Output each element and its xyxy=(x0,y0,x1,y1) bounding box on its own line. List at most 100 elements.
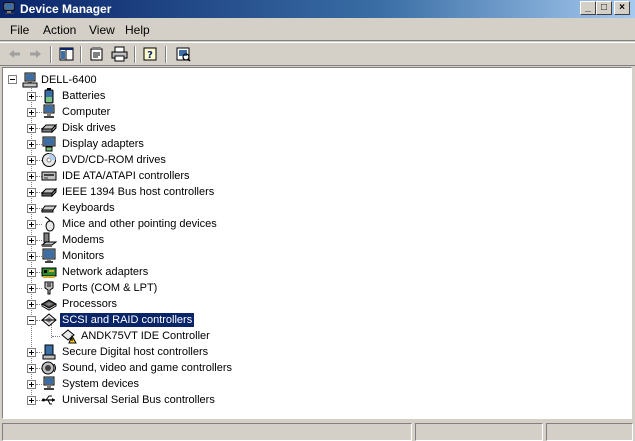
tree-item-scsi-raid[interactable]: SCSI and RAID controllers xyxy=(3,312,403,328)
tree-item-keyboards[interactable]: Keyboards xyxy=(3,200,403,216)
tree-item-label: IEEE 1394 Bus host controllers xyxy=(62,186,215,198)
device-tree[interactable]: DELL-6400 Batteries Computer Disk drives xyxy=(2,67,632,419)
tree-item-usb[interactable]: Universal Serial Bus controllers xyxy=(3,392,403,408)
tree-item-network-adapters[interactable]: Network adapters xyxy=(3,264,403,280)
toolbar: ? xyxy=(0,42,635,66)
battery-icon xyxy=(44,88,54,104)
tree-item-label: Processors xyxy=(62,298,118,310)
tree-item-dvd-cdrom[interactable]: DVD/CD-ROM drives xyxy=(3,152,403,168)
tree-item-system-devices[interactable]: System devices xyxy=(3,376,403,392)
close-icon: × xyxy=(619,2,625,13)
display-adapter-icon xyxy=(42,136,56,152)
tree-line xyxy=(52,336,60,337)
tree-item-label: Monitors xyxy=(62,250,105,262)
menu-file[interactable]: File xyxy=(10,23,29,37)
back-icon[interactable] xyxy=(6,46,23,62)
expand-toggle[interactable] xyxy=(27,156,36,165)
tree-item-andk75vt[interactable]: ANDK75VT IDE Controller xyxy=(3,328,403,344)
expand-toggle[interactable] xyxy=(27,268,36,277)
keyboard-icon xyxy=(41,205,57,213)
minimize-button[interactable]: _ xyxy=(580,1,596,15)
menu-view[interactable]: View xyxy=(89,23,115,37)
toolbar-separator xyxy=(134,46,136,63)
tree-item-label: Modems xyxy=(62,234,105,246)
expand-toggle[interactable] xyxy=(27,252,36,261)
system-device-icon xyxy=(43,376,55,390)
expand-toggle[interactable] xyxy=(27,204,36,213)
expand-toggle[interactable] xyxy=(27,92,36,101)
tree-item-label: Display adapters xyxy=(62,138,144,150)
usb-icon xyxy=(42,395,55,405)
expand-toggle[interactable] xyxy=(27,140,36,149)
toolbar-separator xyxy=(165,46,167,63)
tree-item-label: ANDK75VT IDE Controller xyxy=(81,330,210,342)
expand-toggle[interactable] xyxy=(27,236,36,245)
status-pane xyxy=(415,423,543,441)
minimize-icon: _ xyxy=(585,2,591,13)
tree-item-disk-drives[interactable]: Disk drives xyxy=(3,120,403,136)
forward-icon[interactable] xyxy=(27,46,44,62)
close-button[interactable]: × xyxy=(614,1,630,15)
sd-host-icon xyxy=(42,344,56,360)
tree-item-sd-host[interactable]: Secure Digital host controllers xyxy=(3,344,403,360)
menu-action[interactable]: Action xyxy=(43,23,76,37)
console-tree-icon[interactable] xyxy=(58,46,75,62)
svg-text:?: ? xyxy=(147,50,153,61)
title-bar: Device Manager _ □ × xyxy=(0,0,635,18)
status-pane xyxy=(546,423,633,441)
tree-item-computer[interactable]: Computer xyxy=(3,104,403,120)
computer-icon xyxy=(43,104,55,118)
ide-controller-icon xyxy=(41,171,57,181)
tree-item-mice[interactable]: Mice and other pointing devices xyxy=(3,216,403,232)
properties-icon[interactable] xyxy=(88,46,105,62)
expand-toggle[interactable] xyxy=(27,380,36,389)
tree-item-label: DVD/CD-ROM drives xyxy=(62,154,166,166)
tree-item-label: Computer xyxy=(62,106,111,118)
tree-item-ports[interactable]: Ports (COM & LPT) xyxy=(3,280,403,296)
tree-item-label: Universal Serial Bus controllers xyxy=(62,394,215,406)
tree-item-label: Batteries xyxy=(62,90,106,102)
sound-icon xyxy=(41,361,56,375)
tree-item-ide-controllers[interactable]: IDE ATA/ATAPI controllers xyxy=(3,168,403,184)
print-icon[interactable] xyxy=(111,46,128,62)
modem-icon xyxy=(41,232,57,247)
maximize-button[interactable]: □ xyxy=(596,1,612,15)
tree-item-display-adapters[interactable]: Display adapters xyxy=(3,136,403,152)
scan-hardware-icon[interactable] xyxy=(175,46,192,62)
tree-item-label: System devices xyxy=(62,378,140,390)
expand-toggle[interactable] xyxy=(27,108,36,117)
tree-root[interactable]: DELL-6400 xyxy=(3,72,303,88)
menu-help[interactable]: Help xyxy=(125,23,150,37)
collapse-toggle[interactable] xyxy=(8,75,17,84)
tree-item-batteries[interactable]: Batteries xyxy=(3,88,403,104)
tree-item-ieee1394[interactable]: IEEE 1394 Bus host controllers xyxy=(3,184,403,200)
disk-drive-icon xyxy=(41,123,57,134)
help-icon[interactable]: ? xyxy=(142,46,159,62)
tree-item-label: Disk drives xyxy=(62,122,116,134)
ieee1394-icon xyxy=(41,187,57,198)
expand-toggle[interactable] xyxy=(27,300,36,309)
status-bar xyxy=(0,421,635,441)
maximize-icon: □ xyxy=(600,2,608,13)
expand-toggle[interactable] xyxy=(27,124,36,133)
tree-item-processors[interactable]: Processors xyxy=(3,296,403,312)
tree-root-label: DELL-6400 xyxy=(41,74,97,86)
expand-toggle[interactable] xyxy=(27,284,36,293)
expand-toggle[interactable] xyxy=(27,220,36,229)
expand-toggle[interactable] xyxy=(27,172,36,181)
tree-item-label: Mice and other pointing devices xyxy=(62,218,217,230)
collapse-toggle[interactable] xyxy=(27,316,36,325)
tree-item-monitors[interactable]: Monitors xyxy=(3,248,403,264)
scsi-controller-icon xyxy=(41,313,57,327)
tree-item-sound[interactable]: Sound, video and game controllers xyxy=(3,360,403,376)
expand-toggle[interactable] xyxy=(27,348,36,357)
tree-item-modems[interactable]: Modems xyxy=(3,232,403,248)
device-manager-icon xyxy=(3,2,15,14)
expand-toggle[interactable] xyxy=(27,188,36,197)
expand-toggle[interactable] xyxy=(27,364,36,373)
tree-item-label: Sound, video and game controllers xyxy=(62,362,232,374)
expand-toggle[interactable] xyxy=(27,396,36,405)
tree-item-label: Network adapters xyxy=(62,266,149,278)
toolbar-separator xyxy=(80,46,82,63)
tree-item-label: Ports (COM & LPT) xyxy=(62,282,158,294)
